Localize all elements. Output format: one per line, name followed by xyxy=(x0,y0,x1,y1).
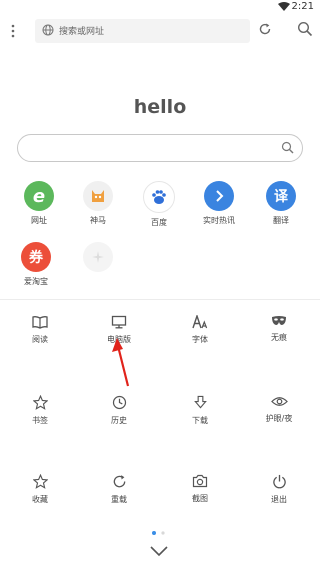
hot-news-icon xyxy=(204,181,234,211)
menu-download[interactable]: 下载 xyxy=(170,395,230,426)
menu-favorites[interactable]: 收藏 xyxy=(10,474,70,505)
shortcut-aitaobao[interactable]: 券 爱淘宝 xyxy=(6,242,66,287)
shortcut-add[interactable] xyxy=(68,242,128,272)
page-indicator xyxy=(152,531,165,535)
menu-read[interactable]: 阅读 xyxy=(10,315,70,345)
star-icon xyxy=(32,395,48,410)
star-icon xyxy=(32,474,48,489)
sparkle-icon xyxy=(83,242,113,272)
translate-icon: 译 xyxy=(266,181,296,211)
shortcut-label: 神马 xyxy=(90,216,106,225)
chevron-down-icon[interactable] xyxy=(149,545,169,557)
monitor-icon xyxy=(111,315,127,329)
coupon-icon: 券 xyxy=(21,242,51,272)
search-icon xyxy=(281,141,294,154)
shortcut-label: 爱淘宝 xyxy=(24,277,48,286)
menu-eye-care[interactable]: 护眼/夜 xyxy=(249,395,309,424)
status-bar: 2:21 xyxy=(0,0,320,14)
baidu-icon xyxy=(143,181,175,213)
shortcut-label: 网址 xyxy=(31,216,47,225)
page-dot xyxy=(161,531,165,535)
home-title: hello xyxy=(133,96,187,118)
menu-label: 收藏 xyxy=(32,495,48,504)
url-icon: e xyxy=(24,181,54,211)
browser-toolbar: 搜索或网址 xyxy=(0,14,320,48)
shenma-icon xyxy=(83,181,113,211)
shortcut-label: 百度 xyxy=(151,218,167,227)
menu-screenshot[interactable]: 截图 xyxy=(170,474,230,504)
shortcut-label: 实时热讯 xyxy=(203,216,235,225)
menu-label: 下载 xyxy=(192,416,208,425)
menu-bookmarks[interactable]: 书签 xyxy=(10,395,70,426)
menu-label: 截图 xyxy=(192,494,208,503)
search-input[interactable] xyxy=(17,134,303,162)
shortcut-label: 翻译 xyxy=(273,216,289,225)
shortcut-shenma[interactable]: 神马 xyxy=(68,181,128,226)
menu-label: 历史 xyxy=(111,416,127,425)
divider xyxy=(0,299,320,300)
book-icon xyxy=(32,316,48,329)
download-icon xyxy=(193,395,207,409)
menu-label: 无痕 xyxy=(271,333,287,342)
menu-exit[interactable]: 退出 xyxy=(249,474,309,505)
globe-icon xyxy=(42,24,54,36)
menu-label: 退出 xyxy=(271,495,287,504)
address-placeholder: 搜索或网址 xyxy=(59,27,105,37)
menu-label: 电脑版 xyxy=(107,335,131,344)
menu-label: 字体 xyxy=(192,335,208,344)
menu-label: 书签 xyxy=(32,416,48,425)
search-icon[interactable] xyxy=(297,21,313,37)
address-bar[interactable]: 搜索或网址 xyxy=(35,19,250,43)
wifi-icon xyxy=(278,2,290,11)
reload-icon[interactable] xyxy=(258,22,272,36)
camera-icon xyxy=(192,474,208,488)
menu-label: 阅读 xyxy=(32,335,48,344)
menu-desktop-version[interactable]: 电脑版 xyxy=(89,315,149,345)
shortcut-baidu[interactable]: 百度 xyxy=(129,181,189,228)
menu-label: 重载 xyxy=(111,495,127,504)
eye-icon xyxy=(270,397,288,406)
shortcut-translate[interactable]: 译 翻译 xyxy=(251,181,311,226)
menu-history[interactable]: 历史 xyxy=(89,395,149,426)
status-time: 2:21 xyxy=(291,1,314,12)
menu-reload[interactable]: 重载 xyxy=(89,474,149,505)
menu-incognito[interactable]: 无痕 xyxy=(249,315,309,343)
menu-label: 护眼/夜 xyxy=(265,414,293,423)
font-size-icon xyxy=(192,315,208,329)
shortcut-wangzhi[interactable]: e 网址 xyxy=(9,181,69,226)
menu-font[interactable]: 字体 xyxy=(170,315,230,345)
page-dot-active xyxy=(152,531,156,535)
reload-icon xyxy=(113,475,125,488)
clock-icon xyxy=(112,395,126,410)
mask-icon xyxy=(272,316,286,325)
more-menu-icon[interactable] xyxy=(9,23,17,39)
shortcut-hot-news[interactable]: 实时热讯 xyxy=(189,181,249,226)
power-icon xyxy=(272,474,286,489)
